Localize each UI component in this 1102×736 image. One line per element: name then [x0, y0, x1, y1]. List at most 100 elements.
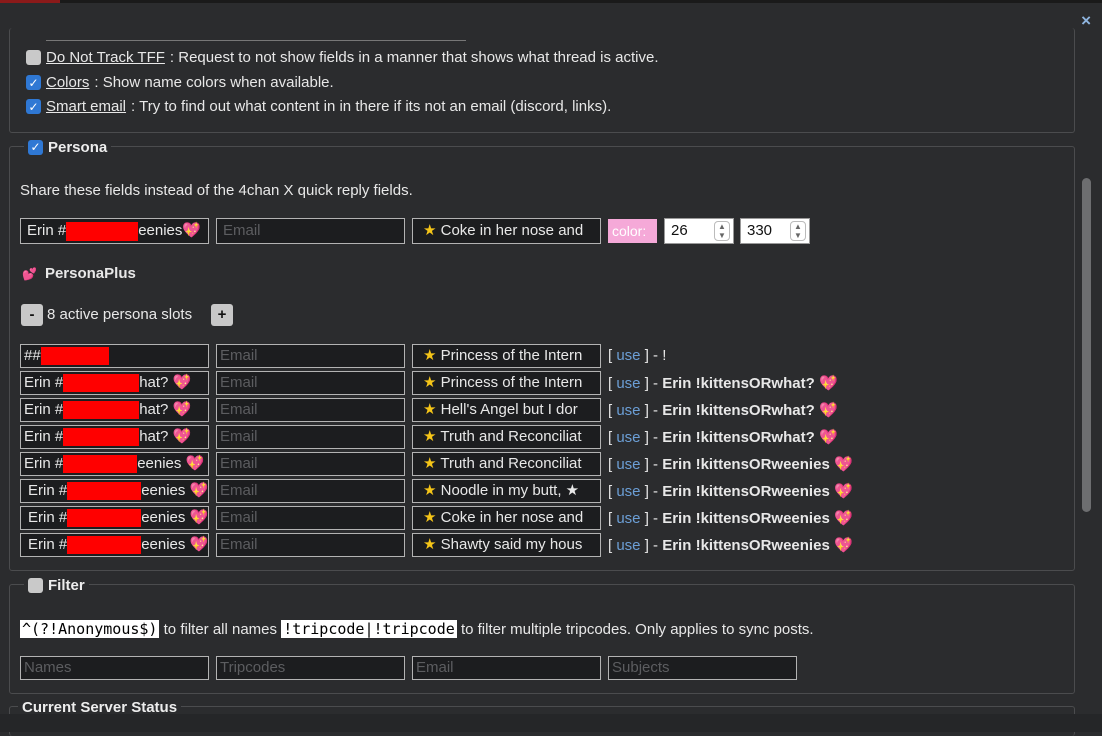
spinner-icon[interactable]: ▲ ▼: [790, 221, 806, 241]
filter-checkbox[interactable]: [28, 577, 43, 593]
redacted-block: [63, 455, 138, 474]
server-status-title: Current Server Status: [22, 698, 178, 716]
slot-action-name: Erin: [662, 402, 692, 419]
sparkle-heart-icon: 💖: [818, 429, 838, 446]
filter-subjects-input[interactable]: Subjects: [608, 656, 797, 680]
use-slot-link[interactable]: use: [616, 347, 640, 364]
star-icon: ★: [423, 509, 437, 526]
slot-name-input[interactable]: ##: [20, 344, 209, 368]
sparkle-heart-icon: 💖: [189, 482, 209, 499]
use-slot-link[interactable]: use: [616, 537, 640, 554]
sparkle-heart-icon: 💖: [818, 402, 838, 419]
slot-name-input[interactable]: Erin # eenies 💖: [20, 533, 209, 557]
persona-color-input[interactable]: color:: [608, 219, 657, 243]
slot-subject: Truth and Reconciliat: [440, 428, 582, 445]
slot-name-input[interactable]: Erin # hat? 💖: [20, 371, 209, 395]
slot-subject-input[interactable]: ★ Truth and Reconciliat: [412, 452, 601, 476]
slot-email-input[interactable]: Email: [216, 533, 405, 557]
slot-action-sep: -: [648, 483, 663, 500]
slot-name-input[interactable]: Erin # eenies 💖: [20, 479, 209, 503]
persona-number-2[interactable]: 330 ▲ ▼: [740, 218, 810, 244]
option-colors[interactable]: ✓ Colors: Show name colors when availabl…: [26, 74, 334, 91]
filter-tripcodes-input[interactable]: Tripcodes: [216, 656, 405, 680]
slot-action-sep: -: [648, 402, 663, 419]
slot-email-input[interactable]: Email: [216, 398, 405, 422]
slot-email-input[interactable]: Email: [216, 371, 405, 395]
scrollbar-thumb[interactable]: [1082, 178, 1091, 512]
use-slot-link[interactable]: use: [616, 456, 640, 473]
sparkle-heart-icon: 💖: [172, 428, 192, 445]
use-slot-link[interactable]: use: [616, 375, 640, 392]
slot-name-input[interactable]: Erin # hat? 💖: [20, 398, 209, 422]
add-slot-button[interactable]: +: [211, 304, 233, 326]
slot-name-prefix: Erin #: [24, 428, 64, 445]
persona-number-2-value: 330: [747, 222, 773, 239]
use-slot-link[interactable]: use: [616, 510, 640, 527]
do-not-track-checkbox[interactable]: [26, 50, 41, 65]
redacted-block: [67, 536, 142, 555]
persona-group: ✓ Persona Share these fields instead of …: [9, 138, 1075, 571]
slot-name-input[interactable]: Erin # eenies 💖: [20, 452, 209, 476]
slot-name-input[interactable]: Erin # hat? 💖: [20, 425, 209, 449]
persona-email-input[interactable]: Email: [216, 218, 405, 244]
spinner-icon[interactable]: ▲ ▼: [714, 221, 730, 241]
slot-subject-input[interactable]: ★ Shawty said my hous: [412, 533, 601, 557]
filter-names-input[interactable]: Names: [20, 656, 209, 680]
sparkle-heart-icon: 💖: [833, 510, 853, 527]
use-slot-link[interactable]: use: [616, 483, 640, 500]
slot-action-name: Erin: [662, 456, 692, 473]
slot-name-prefix: Erin #: [24, 374, 64, 391]
option-smart-email[interactable]: ✓ Smart email: Try to find out what cont…: [26, 98, 611, 115]
persona-desc: Share these fields instead of the 4chan …: [20, 182, 413, 199]
persona-name-suffix: eenies: [138, 222, 183, 239]
slot-subject-input[interactable]: ★ Noodle in my butt, ★: [412, 479, 601, 503]
filter-group: Filter ^(?!Anonymous$) to filter all nam…: [9, 576, 1075, 694]
slot-email-input[interactable]: Email: [216, 479, 405, 503]
option-do-not-track[interactable]: Do Not Track TFF: Request to not show fi…: [26, 49, 659, 66]
slot-subject: Hell's Angel but I dor: [440, 401, 578, 418]
sparkle-heart-icon: 💖: [833, 537, 853, 554]
close-icon[interactable]: ×: [1081, 12, 1091, 29]
slot-name-input[interactable]: Erin # eenies 💖: [20, 506, 209, 530]
slot-subject-input[interactable]: ★ Hell's Angel but I dor: [412, 398, 601, 422]
personaplus-title: PersonaPlus: [44, 265, 136, 282]
persona-number-1[interactable]: 26 ▲ ▼: [664, 218, 734, 244]
slot-email-input[interactable]: Email: [216, 452, 405, 476]
slot-subject-input[interactable]: ★ Truth and Reconciliat: [412, 425, 601, 449]
slot-subject: Shawty said my hous: [440, 536, 583, 553]
slot-action: [ use ] - Erin !kittensORwhat? 💖: [608, 375, 838, 392]
persona-checkbox[interactable]: ✓: [28, 139, 43, 155]
slot-name-suffix: eenies: [141, 482, 186, 499]
persona-subject: Coke in her nose and: [440, 222, 584, 239]
persona-subject-input[interactable]: ★ Coke in her nose and: [412, 218, 601, 244]
slot-subject-input[interactable]: ★ Princess of the Intern: [412, 371, 601, 395]
personaplus-header: 💕 PersonaPlus: [22, 265, 136, 282]
star-icon: ★: [423, 482, 437, 499]
slot-action-trip: !kittensORwhat?: [695, 375, 815, 392]
slot-action: [ use ] - !: [608, 347, 667, 364]
star-icon: ★: [423, 536, 437, 553]
slot-subject: Coke in her nose and: [440, 509, 584, 526]
slot-name-prefix: ##: [24, 347, 41, 364]
slot-email-input[interactable]: Email: [216, 506, 405, 530]
colors-checkbox[interactable]: ✓: [26, 75, 41, 90]
use-slot-link[interactable]: use: [616, 402, 640, 419]
slot-subject-input[interactable]: ★ Princess of the Intern: [412, 344, 601, 368]
slot-subject: Princess of the Intern: [440, 374, 583, 391]
slot-action: [ use ] - Erin !kittensORweenies 💖: [608, 537, 853, 554]
slot-email-input[interactable]: Email: [216, 425, 405, 449]
slot-subject: Noodle in my butt, ★: [440, 482, 580, 499]
slot-email-input[interactable]: Email: [216, 344, 405, 368]
smart-email-checkbox[interactable]: ✓: [26, 99, 41, 114]
filter-email-input[interactable]: Email: [412, 656, 601, 680]
star-icon: ★: [423, 428, 437, 445]
use-slot-link[interactable]: use: [616, 429, 640, 446]
star-icon: ★: [423, 222, 437, 239]
slot-action: [ use ] - Erin !kittensORweenies 💖: [608, 483, 853, 500]
remove-slot-button[interactable]: -: [21, 304, 43, 326]
slot-subject-input[interactable]: ★ Coke in her nose and: [412, 506, 601, 530]
scrollbar[interactable]: [1079, 40, 1093, 715]
colors-desc: : Show name colors when available.: [94, 74, 334, 91]
persona-title: Persona: [48, 138, 108, 156]
persona-name-input[interactable]: Erin # eenies💖: [20, 218, 209, 244]
